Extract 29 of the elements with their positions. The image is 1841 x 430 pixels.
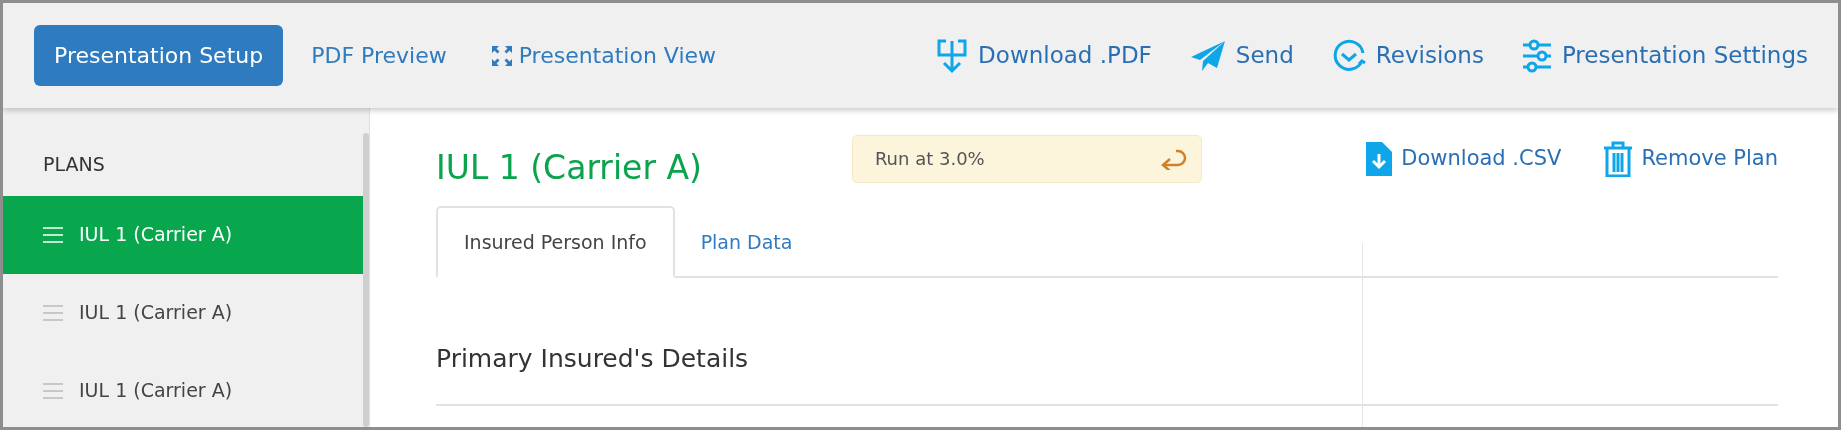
drag-handle-icon bbox=[43, 226, 63, 243]
toolbar-button[interactable]: Presentation Settings bbox=[1521, 38, 1808, 73]
badge-text: Run at 3.0% bbox=[874, 147, 985, 172]
trash-icon bbox=[1603, 140, 1634, 177]
download-icon bbox=[936, 37, 969, 74]
nav-tab[interactable]: PDF Preview bbox=[295, 25, 463, 86]
paper-plane-icon bbox=[1189, 39, 1226, 72]
action-button[interactable]: Download .CSV bbox=[1365, 140, 1562, 177]
scrollbar[interactable] bbox=[363, 133, 369, 427]
plan-item[interactable]: IUL 1 (Carrier A) bbox=[3, 351, 363, 427]
toolbar-button[interactable]: Revisions bbox=[1331, 38, 1484, 73]
action-button[interactable]: Remove Plan bbox=[1603, 140, 1778, 177]
sliders-icon bbox=[1521, 38, 1552, 73]
nav-tab[interactable]: Presentation Setup bbox=[34, 25, 284, 86]
plan-title: IUL 1 (Carrier A) bbox=[436, 148, 702, 188]
sidebar-heading: PLANS bbox=[42, 152, 106, 177]
toolbar-button[interactable]: Send bbox=[1189, 38, 1294, 73]
plan-item[interactable]: IUL 1 (Carrier A) bbox=[3, 273, 363, 352]
tab[interactable]: Insured Person Info bbox=[436, 205, 675, 279]
section-heading: Primary Insured's Details bbox=[436, 344, 1778, 407]
drag-handle-icon bbox=[43, 304, 63, 321]
clock-icon bbox=[1331, 38, 1366, 73]
expand-icon bbox=[490, 44, 513, 67]
nav-tab[interactable]: Presentation View bbox=[474, 25, 733, 86]
tab[interactable]: Plan Data bbox=[674, 205, 819, 279]
toolbar-button[interactable]: Download .PDF bbox=[936, 37, 1152, 74]
file-download-icon bbox=[1365, 140, 1394, 177]
plan-item[interactable]: IUL 1 (Carrier A) bbox=[3, 195, 363, 274]
drag-handle-icon bbox=[43, 382, 63, 399]
